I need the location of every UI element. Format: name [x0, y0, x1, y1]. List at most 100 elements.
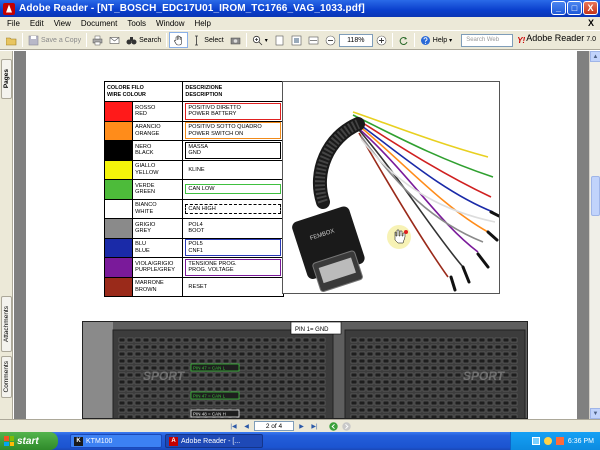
taskbar-item-label: KTM100: [86, 437, 113, 445]
ecu-pin: [430, 344, 438, 350]
minimize-button[interactable]: _: [551, 1, 566, 15]
ecu-pin: [246, 386, 254, 392]
clock[interactable]: 6:36 PM: [568, 438, 594, 445]
ecu-pin: [446, 358, 454, 364]
ecu-pin: [142, 344, 150, 350]
ecu-pin: [294, 365, 302, 371]
taskbar-item-adobe-reader[interactable]: A Adobe Reader - [...: [165, 434, 263, 448]
search-button[interactable]: Search: [123, 32, 164, 48]
ecu-pin: [302, 393, 310, 399]
ecu-pin: [166, 344, 174, 350]
vertical-scrollbar[interactable]: ▲ ▼: [589, 51, 600, 419]
fit-width-button[interactable]: [305, 32, 322, 48]
close-button[interactable]: X: [583, 1, 598, 15]
yahoo-logo[interactable]: Y!: [517, 36, 525, 45]
zoom-in-plus-button[interactable]: [373, 32, 390, 48]
ecu-pin: [270, 351, 278, 357]
taskbar-item-ktm100[interactable]: K KTM100: [70, 434, 162, 448]
ecu-pin: [174, 344, 182, 350]
ecu-pin: [366, 407, 374, 413]
pages-tab[interactable]: Pages: [1, 59, 12, 99]
menu-tools[interactable]: Tools: [122, 19, 151, 28]
start-button[interactable]: start: [0, 432, 58, 450]
search-web-input[interactable]: Search Web: [461, 33, 514, 47]
zoom-field[interactable]: 118%: [338, 33, 373, 47]
ecu-pin: [454, 337, 462, 343]
zoom-in-button[interactable]: ▾: [249, 32, 271, 48]
ecu-pin: [470, 351, 478, 357]
open-button[interactable]: [3, 32, 20, 48]
ecu-pin: [302, 379, 310, 385]
ecu-pin: [238, 386, 246, 392]
ecu-pin: [150, 351, 158, 357]
document-close-button[interactable]: X: [588, 18, 594, 28]
menu-view[interactable]: View: [49, 19, 76, 28]
header-wire-colour: COLORE FILO WIRE COLOUR: [103, 81, 184, 102]
tray-app-icon[interactable]: [555, 437, 564, 445]
ecu-pin: [198, 358, 206, 364]
hand-tool-button[interactable]: [169, 32, 189, 48]
ecu-pin: [438, 379, 446, 385]
select-label: Select: [204, 36, 224, 44]
go-back-button[interactable]: [328, 421, 339, 431]
zoom-in-icon: [376, 35, 387, 45]
ecu-pin: [350, 400, 358, 406]
actual-size-button[interactable]: [271, 32, 288, 48]
network-icon[interactable]: [531, 437, 540, 445]
ecu-pin: [254, 407, 262, 413]
fit-page-button[interactable]: [288, 32, 305, 48]
snapshot-button[interactable]: [227, 32, 244, 48]
colour-swatch: [103, 140, 134, 161]
ecu-pin: [470, 344, 478, 350]
attachments-tab[interactable]: Attachments: [1, 296, 12, 352]
scroll-up-button[interactable]: ▲: [590, 51, 600, 62]
select-tool-button[interactable]: Select: [188, 32, 226, 48]
ecu-pin: [230, 344, 238, 350]
camera-icon: [230, 37, 240, 44]
volume-icon[interactable]: [543, 437, 552, 445]
ecu-pin: [270, 407, 278, 413]
ecu-pin: [174, 337, 182, 343]
ecu-pin: [222, 379, 230, 385]
ecu-pin: [390, 372, 398, 378]
ecu-pin: [118, 407, 126, 413]
next-page-button[interactable]: ▶: [296, 421, 307, 431]
document-view[interactable]: COLORE FILO WIRE COLOUR DESCRIZIONE DESC…: [14, 51, 589, 419]
ecu-pin: [318, 351, 326, 357]
menu-edit[interactable]: Edit: [25, 19, 49, 28]
save-copy-button[interactable]: Save a Copy: [25, 32, 84, 48]
ecu-pin: [198, 372, 206, 378]
ecu-pin: [486, 407, 494, 413]
ecu-pin: [454, 386, 462, 392]
ecu-pin: [398, 393, 406, 399]
fit-width-icon: [308, 36, 319, 44]
comments-tab[interactable]: Comments: [1, 356, 12, 398]
first-page-button[interactable]: |◀: [228, 421, 239, 431]
ecu-pin: [446, 400, 454, 406]
maximize-button[interactable]: □: [567, 1, 582, 15]
menu-window[interactable]: Window: [151, 19, 189, 28]
print-button[interactable]: [89, 32, 106, 48]
go-forward-button[interactable]: [341, 421, 352, 431]
page-number-field[interactable]: 2 of 4: [254, 421, 294, 431]
colour-name-it: NERO: [135, 143, 152, 150]
email-button[interactable]: [106, 32, 123, 48]
menu-help[interactable]: Help: [190, 19, 216, 28]
ecu-pin: [494, 351, 502, 357]
ecu-pin: [462, 344, 470, 350]
scroll-thumb[interactable]: [591, 176, 600, 216]
ecu-pin: [454, 407, 462, 413]
ecu-pin: [310, 344, 318, 350]
search-web-placeholder: Search Web: [466, 37, 500, 43]
last-page-button[interactable]: ▶|: [309, 421, 320, 431]
menu-document[interactable]: Document: [76, 19, 122, 28]
colour-swatch: [103, 120, 134, 141]
ecu-pin: [446, 344, 454, 350]
rotate-button[interactable]: [395, 32, 412, 48]
menu-file[interactable]: File: [2, 19, 25, 28]
help-button[interactable]: Help ▾: [417, 32, 455, 48]
scroll-down-button[interactable]: ▼: [590, 408, 600, 419]
zoom-out-button[interactable]: [322, 32, 339, 48]
attachments-tab-label: Attachments: [3, 305, 10, 343]
previous-page-button[interactable]: ◀: [241, 421, 252, 431]
